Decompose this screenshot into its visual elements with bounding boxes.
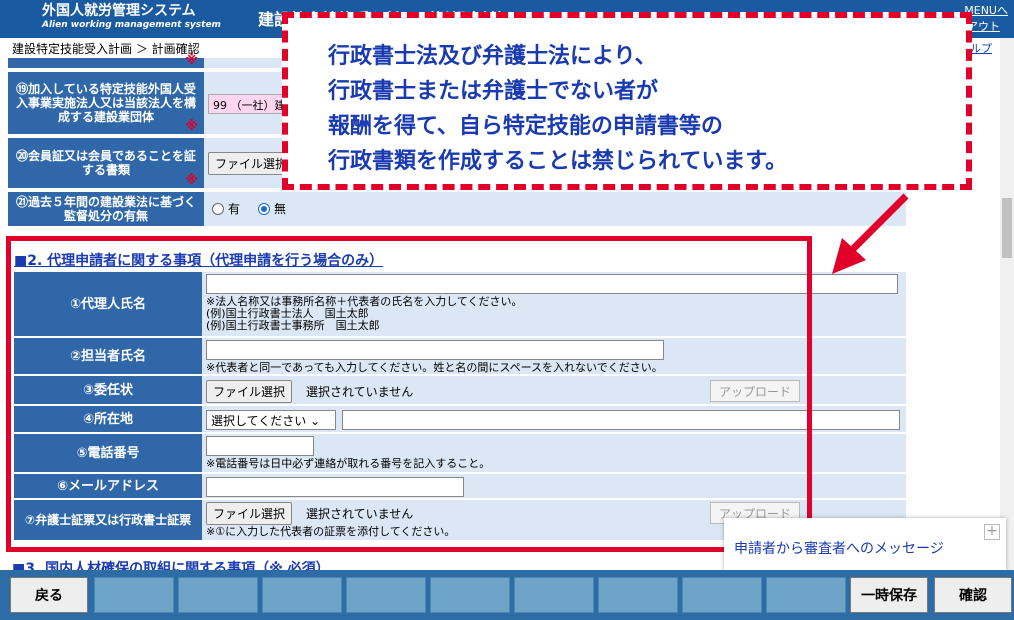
bar-slot	[430, 577, 510, 613]
scrollbar-thumb[interactable]	[1002, 198, 1012, 258]
warning-callout: 行政書士法及び弁護士法により、 行政書士または弁護士でない者が 報酬を得て、自ら…	[282, 12, 972, 190]
page-scrollbar[interactable]	[1000, 38, 1014, 570]
bar-slot	[598, 577, 678, 613]
required-mark: ※	[185, 173, 198, 188]
expand-icon[interactable]: +	[984, 524, 1000, 540]
breadcrumb: 建設特定技能受入計画 ＞ 計画確認	[12, 42, 200, 56]
disciplinary-label: ㉑過去５年間の建設業法に基づく監督処分の有無	[8, 192, 204, 226]
logo-title: 外国人就労管理システム	[42, 3, 196, 19]
disciplinary-radio-group: 有 無	[212, 200, 286, 217]
callout-line: 行政書類を作成することは禁じられています。	[328, 149, 788, 174]
form-row-disciplinary: ㉑過去５年間の建設業法に基づく監督処分の有無 有 無	[8, 192, 906, 228]
bottom-action-bar: 戻る 一時保存 確認	[0, 570, 1014, 620]
bar-slot	[682, 577, 762, 613]
bar-slot	[178, 577, 258, 613]
bar-slot	[514, 577, 594, 613]
back-button[interactable]: 戻る	[10, 577, 88, 613]
row-label: ※	[8, 54, 204, 68]
message-panel[interactable]: 申請者から審査者へのメッセージ +	[724, 518, 1006, 570]
member-cert-label: ⑳会員証又は会員であることを証する書類 ※	[8, 138, 204, 188]
radio-yes[interactable]	[212, 202, 224, 215]
radio-no[interactable]	[258, 202, 271, 215]
callout-line: 行政書士または弁護士でない者が	[328, 79, 659, 104]
callout-line: 行政書士法及び弁護士法により、	[328, 44, 657, 69]
required-mark: ※	[185, 119, 198, 134]
radio-no-label: 無	[274, 202, 287, 216]
bar-slot	[94, 577, 174, 613]
callout-line: 報酬を得て、自ら特定技能の申請書等の	[328, 114, 723, 139]
association-label: ⑲加入している特定技能外国人受入事業実施法人又は当該法人を構成する建設業団体 ※	[8, 72, 204, 134]
radio-yes-label: 有	[228, 202, 241, 216]
bar-slot	[262, 577, 342, 613]
callout-arrow-icon	[832, 193, 909, 274]
bar-slot	[346, 577, 426, 613]
confirm-button[interactable]: 確認	[934, 577, 1012, 613]
message-panel-title: 申請者から審査者へのメッセージ	[734, 541, 944, 557]
section3-heading: ■3. 国内人材確保の取組に関する事項（※ 必須）	[12, 561, 330, 570]
highlight-frame	[6, 236, 812, 552]
temp-save-button[interactable]: 一時保存	[850, 577, 928, 613]
bar-slot	[766, 577, 846, 613]
logo-subtitle: Alien working management system	[42, 20, 221, 30]
